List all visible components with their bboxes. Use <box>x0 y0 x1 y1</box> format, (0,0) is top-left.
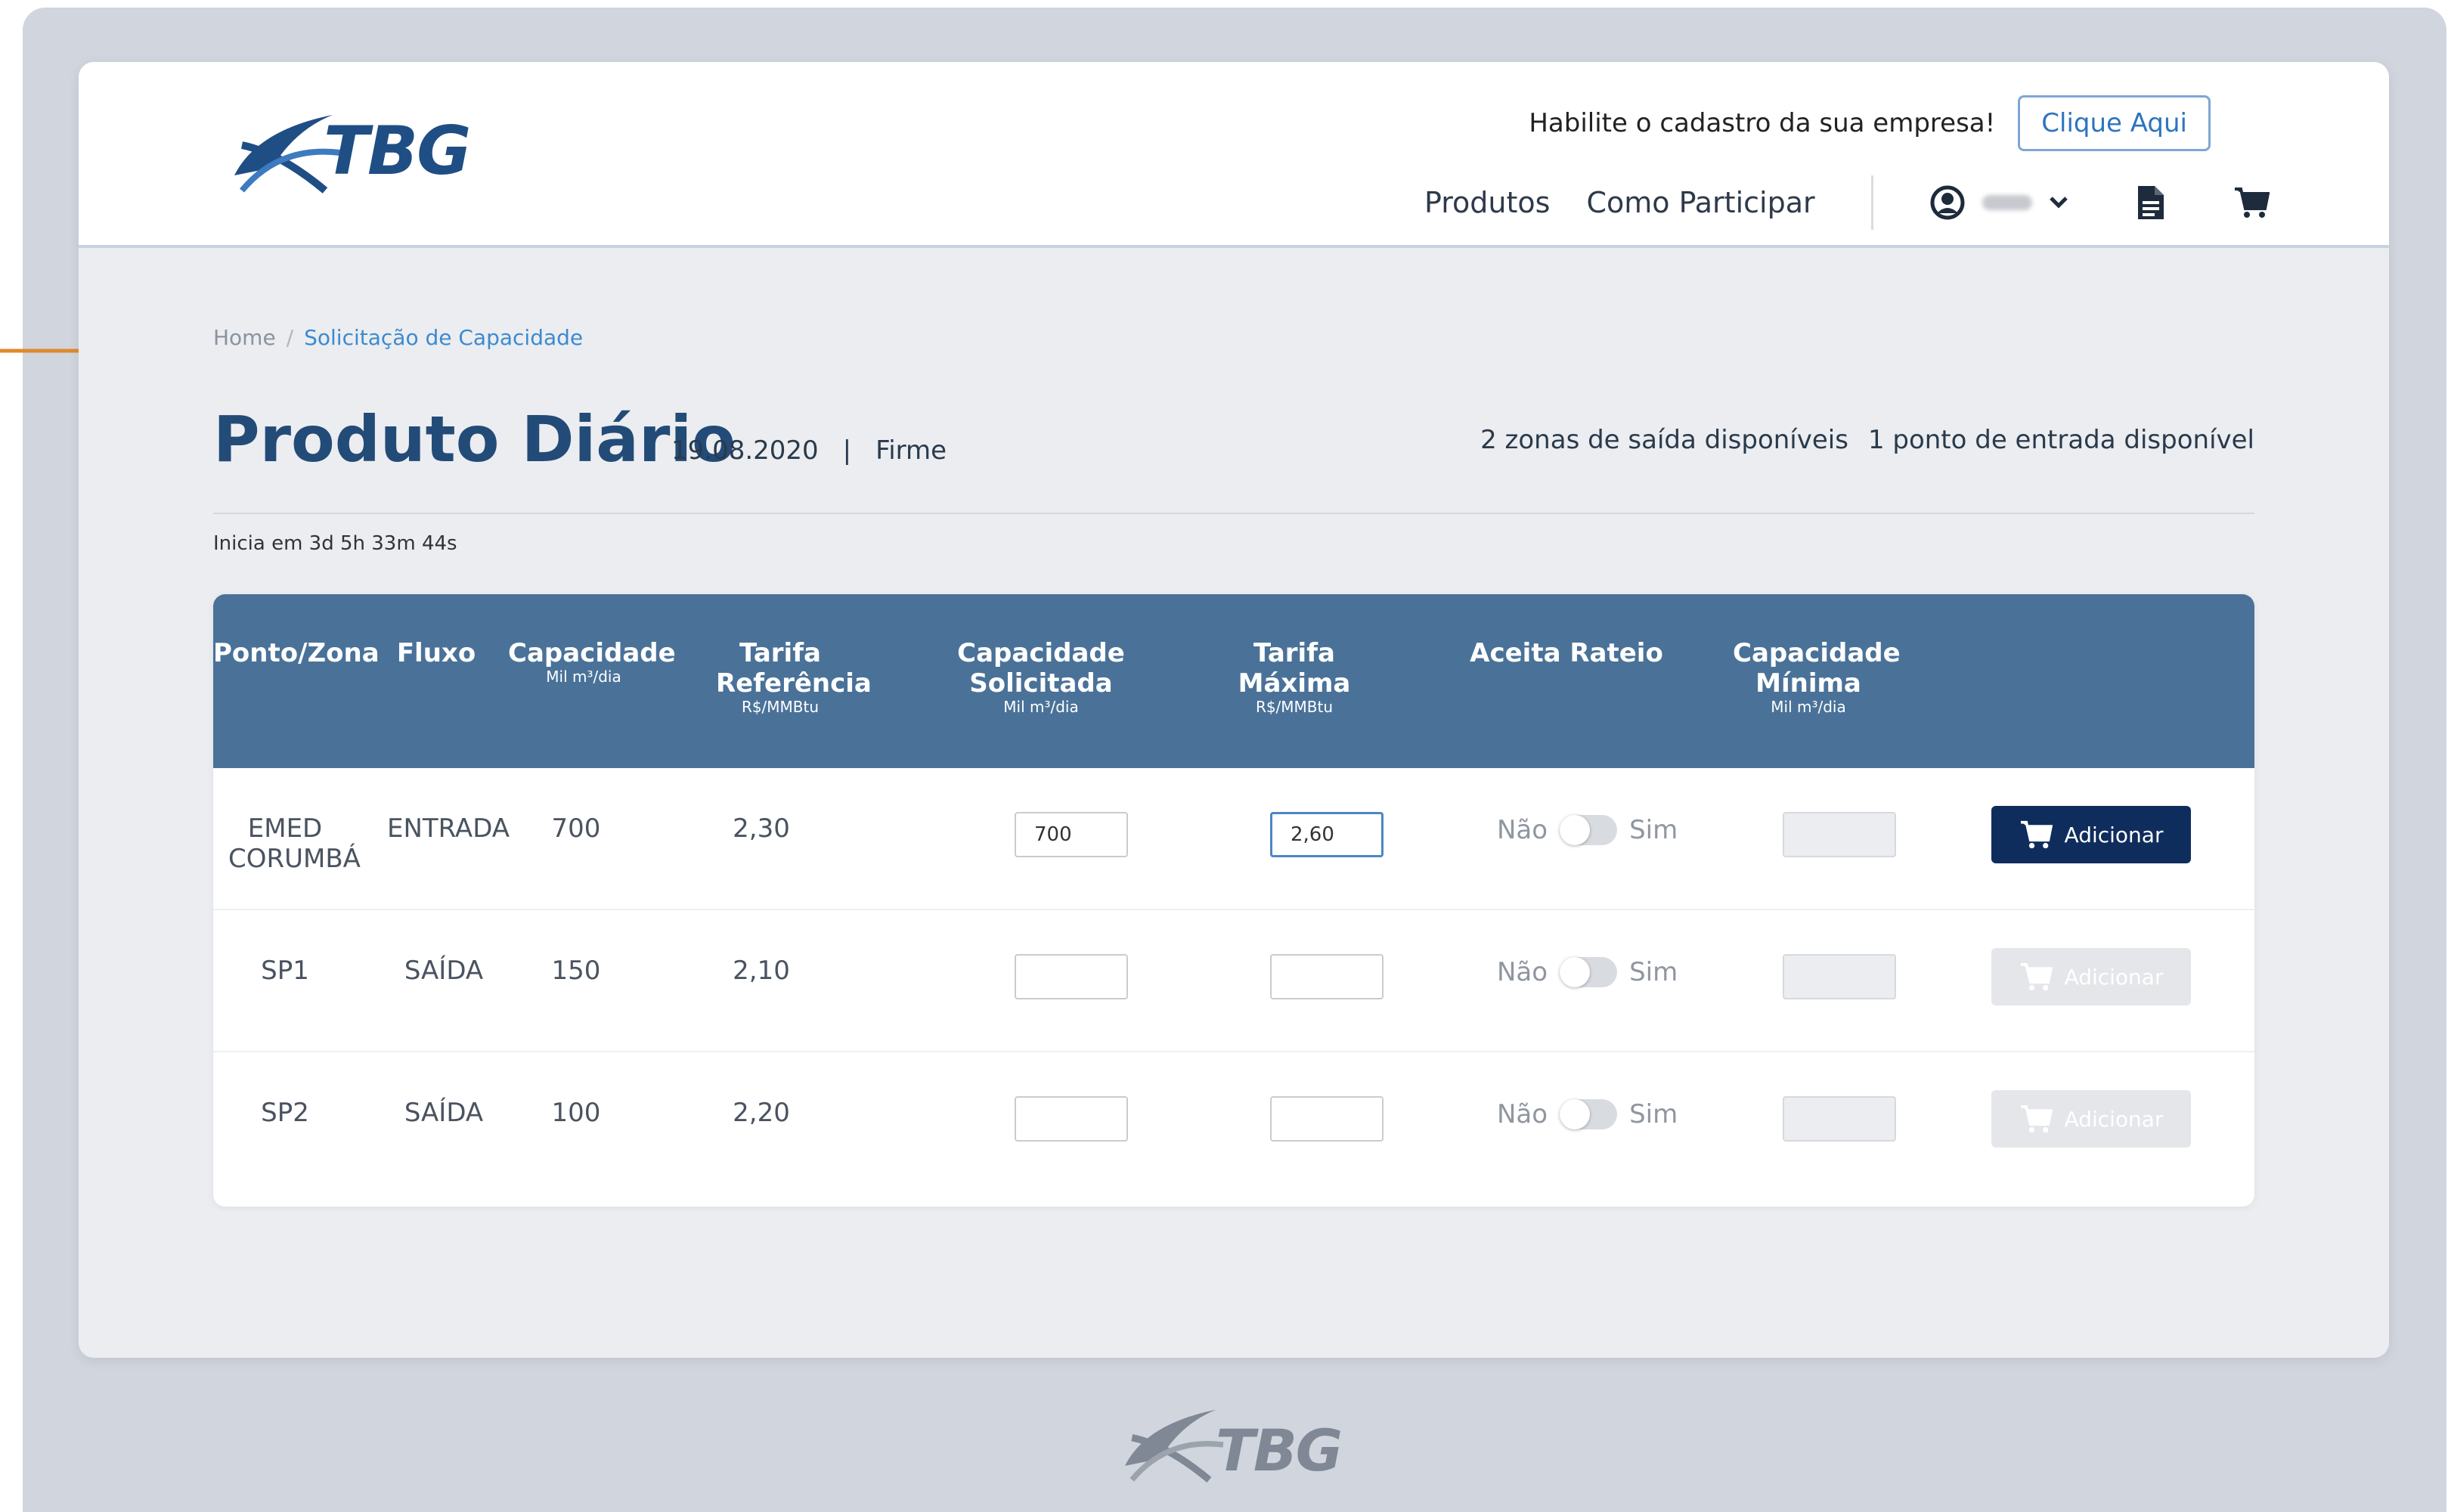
column-header-capacidade: Capacidade Mil m³/dia <box>508 638 676 686</box>
requested-capacity-input[interactable] <box>1015 1096 1128 1142</box>
breadcrumb: Home / Solicitação de Capacidade <box>213 325 583 350</box>
cell-ref-rate: 2,20 <box>733 1098 790 1128</box>
prorate-toggle-group: Não Sim <box>1497 957 1678 987</box>
title-divider <box>213 513 2254 514</box>
prorate-toggle[interactable] <box>1560 815 1618 845</box>
cart-icon <box>2020 820 2053 849</box>
product-type: Firme <box>875 435 947 466</box>
entry-points-available: 1 ponto de entrada disponível <box>1867 425 2254 455</box>
toggle-on-label: Sim <box>1629 1099 1678 1129</box>
cell-point: SP2 <box>261 1098 309 1128</box>
add-button-label: Adicionar <box>2064 964 2164 990</box>
max-rate-input[interactable] <box>1270 1096 1384 1142</box>
table-row: SP2 SAÍDA 100 2,20 Não Sim Adicionar <box>213 1052 2254 1194</box>
countdown-timer: Inicia em 3d 5h 33m 44s <box>213 532 457 555</box>
capacity-table: Ponto/Zona Fluxo Capacidade Mil m³/dia T… <box>213 594 2254 1207</box>
exit-zones-available: 2 zonas de saída disponíveis <box>1480 425 1848 455</box>
column-header-capacidade-minima: Capacidade Mínima Mil m³/dia <box>1733 638 1901 716</box>
prorate-toggle[interactable] <box>1560 957 1618 987</box>
nav-produtos[interactable]: Produtos <box>1424 186 1550 219</box>
toggle-knob <box>1560 815 1591 845</box>
requested-capacity-input[interactable] <box>1015 954 1128 999</box>
column-header-fluxo: Fluxo <box>396 638 476 668</box>
chevron-down-icon <box>2049 197 2068 209</box>
cell-capacity: 700 <box>551 813 601 844</box>
table-header: Ponto/Zona Fluxo Capacidade Mil m³/dia T… <box>213 594 2254 768</box>
breadcrumb-separator: / <box>286 325 294 350</box>
availability-summary: 2 zonas de saída disponíveis 1 ponto de … <box>1480 425 2254 455</box>
cart-icon <box>2020 962 2053 991</box>
prorate-toggle-group: Não Sim <box>1497 1099 1678 1129</box>
min-capacity-input[interactable] <box>1783 812 1896 857</box>
page-title: Produto Diário <box>213 402 736 476</box>
tbg-logo[interactable]: TBG <box>227 100 476 206</box>
max-rate-input[interactable] <box>1270 812 1384 857</box>
toggle-off-label: Não <box>1497 815 1548 845</box>
app-window: TBG Habilite o cadastro da sua empresa! … <box>79 62 2389 1358</box>
register-button[interactable]: Clique Aqui <box>2018 95 2211 151</box>
cell-point: EMED CORUMBÁ <box>228 813 361 874</box>
column-header-aceita-rateio: Aceita Rateio <box>1470 638 1663 668</box>
breadcrumb-current: Solicitação de Capacidade <box>304 325 584 350</box>
cell-capacity: 100 <box>551 1098 601 1128</box>
toggle-on-label: Sim <box>1629 815 1678 845</box>
cart-icon <box>2020 1105 2053 1133</box>
add-to-cart-button[interactable]: Adicionar <box>1991 806 2191 863</box>
footer-tbg-logo: TBG <box>1117 1396 1359 1494</box>
page-title-row: Produto Diário 19.08.2020 | Firme 2 zona… <box>213 402 2254 485</box>
prorate-toggle[interactable] <box>1560 1099 1618 1129</box>
cart-icon[interactable] <box>2233 186 2270 219</box>
prorate-toggle-group: Não Sim <box>1497 815 1678 845</box>
logo-text: TBG <box>324 112 471 190</box>
cell-ref-rate: 2,10 <box>733 956 790 986</box>
column-header-capacidade-solicitada: Capacidade Solicitada Mil m³/dia <box>957 638 1125 716</box>
toggle-on-label: Sim <box>1629 957 1678 987</box>
cell-flow: SAÍDA <box>404 956 484 986</box>
document-icon[interactable] <box>2136 184 2165 221</box>
cell-point: SP1 <box>261 956 309 986</box>
max-rate-input[interactable] <box>1270 954 1384 999</box>
table-row: SP1 SAÍDA 150 2,10 Não Sim Adicionar <box>213 910 2254 1052</box>
footer-logo-swoosh-icon <box>1125 1409 1224 1483</box>
footer-logo-text: TBG <box>1216 1417 1343 1484</box>
user-menu[interactable] <box>1929 184 2068 221</box>
promo-text: Habilite o cadastro da sua empresa! <box>1529 108 1996 138</box>
main-nav: Produtos Como Participar <box>1424 175 2270 230</box>
toggle-off-label: Não <box>1497 957 1548 987</box>
min-capacity-input[interactable] <box>1783 954 1896 999</box>
add-button-label: Adicionar <box>2064 1106 2164 1132</box>
toggle-knob <box>1560 1099 1591 1129</box>
nav-divider <box>1870 175 1873 230</box>
register-promo: Habilite o cadastro da sua empresa! Cliq… <box>1529 95 2211 151</box>
product-date: 19.08.2020 <box>671 435 819 466</box>
top-header: TBG Habilite o cadastro da sua empresa! … <box>79 62 2389 248</box>
column-header-ponto-zona: Ponto/Zona <box>213 638 380 668</box>
user-icon <box>1930 185 1965 220</box>
add-button-label: Adicionar <box>2064 822 2164 847</box>
cell-capacity: 150 <box>551 956 601 986</box>
meta-divider: | <box>842 435 852 466</box>
add-to-cart-button[interactable]: Adicionar <box>1991 1090 2191 1148</box>
table-row: EMED CORUMBÁ ENTRADA 700 2,30 Não Sim Adiciona… <box>213 768 2254 910</box>
add-to-cart-button[interactable]: Adicionar <box>1991 948 2191 1005</box>
breadcrumb-home[interactable]: Home <box>213 325 276 350</box>
username-blurred <box>1982 195 2032 210</box>
cell-flow: SAÍDA <box>404 1098 484 1128</box>
title-meta: 19.08.2020 | Firme <box>671 435 947 466</box>
nav-como-participar[interactable]: Como Participar <box>1586 186 1814 219</box>
min-capacity-input[interactable] <box>1783 1096 1896 1142</box>
column-header-tarifa-referencia: Tarifa Referência R$/MMBtu <box>716 638 872 716</box>
toggle-knob <box>1560 957 1591 987</box>
cell-ref-rate: 2,30 <box>733 813 790 844</box>
requested-capacity-input[interactable] <box>1015 812 1128 857</box>
column-header-tarifa-maxima: Tarifa Máxima R$/MMBtu <box>1238 638 1351 716</box>
cell-flow: ENTRADA <box>387 813 510 844</box>
toggle-off-label: Não <box>1497 1099 1548 1129</box>
